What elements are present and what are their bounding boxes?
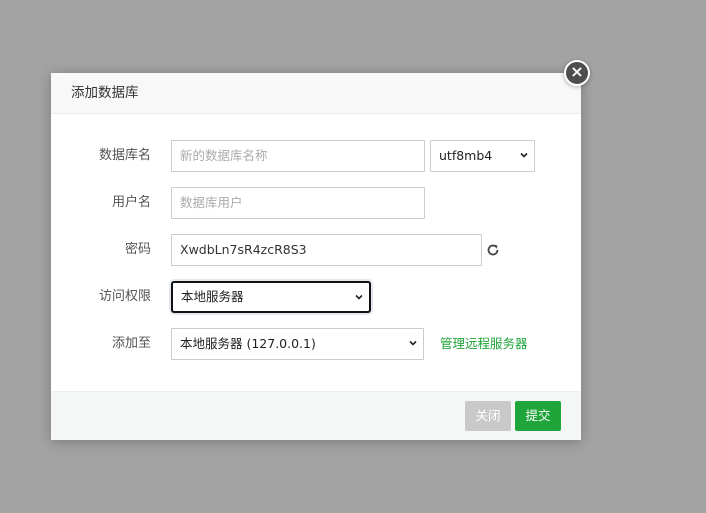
username-input[interactable]: 数据库用户 (171, 187, 425, 219)
username-placeholder: 数据库用户 (180, 195, 243, 210)
password-value: XwdbLn7sR4zcR8S3 (180, 242, 307, 257)
manage-remote-server-link[interactable]: 管理远程服务器 (440, 328, 528, 360)
submit-button[interactable]: 提交 (515, 401, 561, 431)
password-input[interactable]: XwdbLn7sR4zcR8S3 (171, 234, 482, 266)
dialog-title: 添加数据库 (71, 85, 139, 101)
chevron-down-icon (355, 294, 363, 300)
access-label: 访问权限 (98, 289, 151, 304)
close-icon[interactable]: × (564, 60, 590, 86)
charset-value: utf8mb4 (439, 148, 493, 163)
dialog-footer: 关闭 提交 (51, 391, 581, 440)
add-to-value: 本地服务器 (127.0.0.1) (180, 336, 316, 351)
db-name-row: 数据库名 新的数据库名称 utf8mb4 (51, 140, 581, 172)
password-row: 密码 XwdbLn7sR4zcR8S3 (51, 234, 581, 266)
username-row: 用户名 数据库用户 (51, 187, 581, 219)
chevron-down-icon (409, 340, 417, 346)
username-label: 用户名 (111, 195, 151, 210)
access-value: 本地服务器 (181, 289, 244, 304)
add-database-dialog: 添加数据库 数据库名 新的数据库名称 utf8mb4 用户名 数据库用户 密码 … (51, 73, 581, 440)
chevron-down-icon (520, 152, 528, 158)
close-button[interactable]: 关闭 (465, 401, 511, 431)
password-label: 密码 (124, 242, 151, 257)
add-to-select[interactable]: 本地服务器 (127.0.0.1) (171, 328, 424, 360)
access-row: 访问权限 本地服务器 (51, 281, 581, 313)
refresh-icon[interactable] (485, 242, 501, 258)
access-select[interactable]: 本地服务器 (171, 281, 371, 313)
db-name-label: 数据库名 (98, 148, 151, 163)
dialog-header: 添加数据库 (51, 73, 581, 114)
add-to-row: 添加至 本地服务器 (127.0.0.1) 管理远程服务器 (51, 328, 581, 360)
charset-select[interactable]: utf8mb4 (430, 140, 535, 172)
add-to-label: 添加至 (111, 336, 151, 351)
db-name-input[interactable]: 新的数据库名称 (171, 140, 425, 172)
db-name-placeholder: 新的数据库名称 (180, 148, 268, 163)
